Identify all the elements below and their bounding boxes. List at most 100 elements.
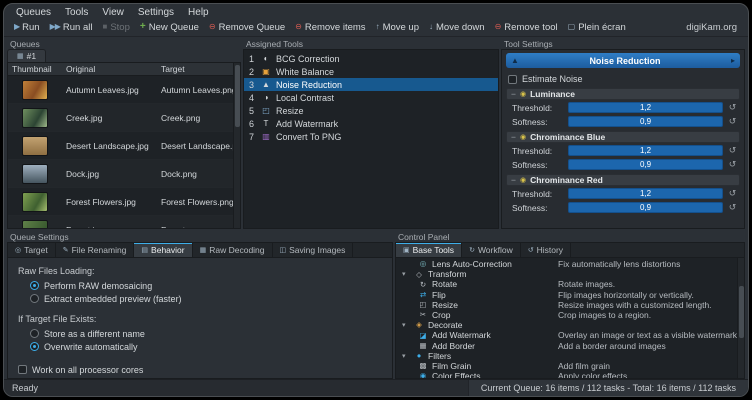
tab-file-renaming[interactable]: ✎ File Renaming bbox=[56, 243, 135, 257]
original-filename: Desert Landscape.jpg bbox=[62, 141, 157, 151]
tree-item-resize[interactable]: ◰ Resize Resize images with a customized… bbox=[396, 300, 737, 310]
digikam-batch-queue-manager-window: Queues Tools View Settings Help ▶ Run ▶▶… bbox=[3, 3, 749, 397]
tree-item-rotate[interactable]: ↻ Rotate Rotate images. bbox=[396, 279, 737, 289]
tree-item-film-grain[interactable]: ▩ Film Grain Add film grain bbox=[396, 361, 737, 371]
move-up-button[interactable]: ↑ Move up bbox=[371, 20, 424, 35]
tab-raw-decoding[interactable]: ▦ Raw Decoding bbox=[193, 243, 273, 257]
tool-header-arrow-icon[interactable]: ▸ bbox=[731, 56, 735, 65]
radio-extract-embedded-preview[interactable] bbox=[30, 294, 39, 303]
scrollbar-thumb[interactable] bbox=[739, 286, 744, 338]
softness-label: Softness: bbox=[512, 160, 564, 170]
menu-queues[interactable]: Queues bbox=[10, 7, 57, 18]
estimate-noise-checkbox[interactable] bbox=[508, 75, 517, 84]
option-overwrite-automatically[interactable]: Overwrite automatically bbox=[18, 340, 382, 353]
new-queue-button[interactable]: + New Queue bbox=[135, 20, 204, 35]
run-button[interactable]: ▶ Run bbox=[9, 20, 45, 35]
tree-item-add-border[interactable]: ▦ Add Border Add a border around images bbox=[396, 341, 737, 351]
assigned-tool-resize[interactable]: 5 ◰ Resize bbox=[244, 104, 498, 117]
option-work-on-all-processor-cores[interactable]: Work on all processor cores bbox=[18, 363, 382, 376]
group-expand-arrow[interactable]: ▾ bbox=[402, 321, 410, 329]
tool-label: Convert To PNG bbox=[276, 132, 341, 142]
luminance-threshold-slider[interactable]: 1,2 bbox=[568, 102, 723, 113]
queue-list-scrollbar[interactable] bbox=[233, 63, 240, 228]
luminance-section-header[interactable]: − ◉ Luminance bbox=[506, 88, 740, 100]
reset-button[interactable]: ↺ bbox=[727, 189, 738, 198]
queue-row-forest-flowers[interactable]: Forest Flowers.jpg Forest Flowers.png bbox=[8, 188, 233, 216]
reset-button[interactable]: ↺ bbox=[727, 117, 738, 126]
assigned-tool-convert-to-png[interactable]: 7 ▥ Convert To PNG bbox=[244, 130, 498, 143]
chrominance-blue-section-header[interactable]: − ◉ Chrominance Blue bbox=[506, 131, 740, 143]
assigned-tool-noise-reduction[interactable]: 3 ▲ Noise Reduction bbox=[244, 78, 498, 91]
option-extract-embedded-preview[interactable]: Extract embedded preview (faster) bbox=[18, 292, 382, 305]
menu-settings[interactable]: Settings bbox=[132, 7, 180, 18]
stop-button[interactable]: ■ Stop bbox=[97, 20, 134, 35]
chrominance-red-section-header[interactable]: − ◉ Chrominance Red bbox=[506, 174, 740, 186]
tab-saving-images[interactable]: ◫ Saving Images bbox=[273, 243, 354, 257]
bottom-row: Queue Settings ◎ Target ✎ File Renaming … bbox=[4, 229, 748, 379]
run-all-icon: ▶▶ bbox=[50, 23, 60, 31]
tree-item-add-watermark[interactable]: ◪ Add Watermark Overlay an image or text… bbox=[396, 330, 737, 340]
tree-item-crop[interactable]: ✂ Crop Crop images to a region. bbox=[396, 310, 737, 320]
run-icon: ▶ bbox=[14, 23, 19, 31]
reset-button[interactable]: ↺ bbox=[727, 146, 738, 155]
column-header-target[interactable]: Target bbox=[157, 63, 233, 75]
column-header-thumbnail[interactable]: Thumbnail bbox=[8, 63, 62, 75]
control-panel-scrollbar[interactable] bbox=[737, 258, 744, 378]
chrominance-red-softness-slider[interactable]: 0,9 bbox=[568, 202, 723, 213]
tree-item-color-effects[interactable]: ◉ Color Effects Apply color effects bbox=[396, 371, 737, 379]
assigned-tool-local-contrast[interactable]: 4 ◑ Local Contrast bbox=[244, 91, 498, 104]
tree-item-lens-auto-correction[interactable]: ◎ Lens Auto-Correction Fix automatically… bbox=[396, 259, 737, 269]
fullscreen-label: Plein écran bbox=[578, 22, 626, 33]
chrominance-red-threshold-slider[interactable]: 1,2 bbox=[568, 188, 723, 199]
tab-base-tools[interactable]: ▣ Base Tools bbox=[396, 243, 462, 257]
tree-group-transform[interactable]: ▾ ◇ Transform bbox=[396, 269, 737, 279]
option-store-as-different-name[interactable]: Store as a different name bbox=[18, 327, 382, 340]
tab-history[interactable]: ↺ History bbox=[521, 243, 571, 257]
run-all-button[interactable]: ▶▶ Run all bbox=[45, 20, 98, 35]
remove-items-label: Remove items bbox=[305, 22, 366, 33]
chrominance-blue-softness-slider[interactable]: 0,9 bbox=[568, 159, 723, 170]
menu-tools[interactable]: Tools bbox=[59, 7, 94, 18]
queue-tab-1[interactable]: ▦ #1 bbox=[7, 49, 46, 62]
column-header-original[interactable]: Original bbox=[62, 63, 157, 75]
tree-group-filters[interactable]: ▾ ● Filters bbox=[396, 351, 737, 361]
fullscreen-button[interactable]: ▢ Plein écran bbox=[563, 20, 631, 35]
tree-item-flip[interactable]: ⇄ Flip Flip images horizontally or verti… bbox=[396, 290, 737, 300]
option-perform-raw-demosaicing[interactable]: Perform RAW demosaicing bbox=[18, 279, 382, 292]
queue-row-forest[interactable]: Forest.jpg Forest.png bbox=[8, 216, 233, 228]
tool-settings-panel: Tool Settings ▲ Noise Reduction ▸ Estima… bbox=[501, 38, 745, 229]
remove-queue-button[interactable]: ⊖ Remove Queue bbox=[204, 20, 290, 35]
remove-items-button[interactable]: ⊖ Remove items bbox=[290, 20, 370, 35]
tab-behavior[interactable]: ▤ Behavior bbox=[134, 243, 192, 257]
reset-button[interactable]: ↺ bbox=[727, 160, 738, 169]
assigned-tool-add-watermark[interactable]: 6 T Add Watermark bbox=[244, 117, 498, 130]
desert-landscape-thumbnail bbox=[22, 136, 48, 156]
reset-button[interactable]: ↺ bbox=[727, 203, 738, 212]
queue-row-desert-landscape[interactable]: Desert Landscape.jpg Desert Landscape.pn… bbox=[8, 132, 233, 160]
tree-group-decorate[interactable]: ▾ ◈ Decorate bbox=[396, 320, 737, 330]
assigned-tool-bcg-correction[interactable]: 1 ◐ BCG Correction bbox=[244, 52, 498, 65]
luminance-softness-slider[interactable]: 0,9 bbox=[568, 116, 723, 127]
remove-tool-button[interactable]: ⊖ Remove tool bbox=[490, 20, 563, 35]
chrominance-blue-threshold-slider[interactable]: 1,2 bbox=[568, 145, 723, 156]
scrollbar-thumb[interactable] bbox=[235, 65, 240, 127]
queue-row-dock[interactable]: Dock.jpg Dock.png bbox=[8, 160, 233, 188]
reset-button[interactable]: ↺ bbox=[727, 103, 738, 112]
menu-view[interactable]: View bbox=[96, 7, 130, 18]
tool-settings-body: ▲ Noise Reduction ▸ Estimate Noise − ◉ L… bbox=[501, 49, 745, 229]
queue-row-creek[interactable]: Creek.jpg Creek.png bbox=[8, 104, 233, 132]
tab-workflow[interactable]: ↻ Workflow bbox=[462, 243, 521, 257]
creek-thumbnail bbox=[22, 108, 48, 128]
group-expand-arrow[interactable]: ▾ bbox=[402, 270, 410, 278]
menu-help[interactable]: Help bbox=[182, 7, 215, 18]
group-expand-arrow[interactable]: ▾ bbox=[402, 352, 410, 360]
assigned-tool-white-balance[interactable]: 2 ▣ White Balance bbox=[244, 65, 498, 78]
radio-overwrite-automatically[interactable] bbox=[30, 342, 39, 351]
radio-store-as-different-name[interactable] bbox=[30, 329, 39, 338]
queue-row-autumn-leaves[interactable]: Autumn Leaves.jpg Autumn Leaves.png bbox=[8, 76, 233, 104]
tab-target[interactable]: ◎ Target bbox=[8, 243, 56, 257]
radio-perform-raw-demosaicing[interactable] bbox=[30, 281, 39, 290]
move-down-button[interactable]: ↓ Move down bbox=[424, 20, 490, 35]
move-down-label: Move down bbox=[436, 22, 485, 33]
work-on-all-cores-checkbox[interactable] bbox=[18, 365, 27, 374]
